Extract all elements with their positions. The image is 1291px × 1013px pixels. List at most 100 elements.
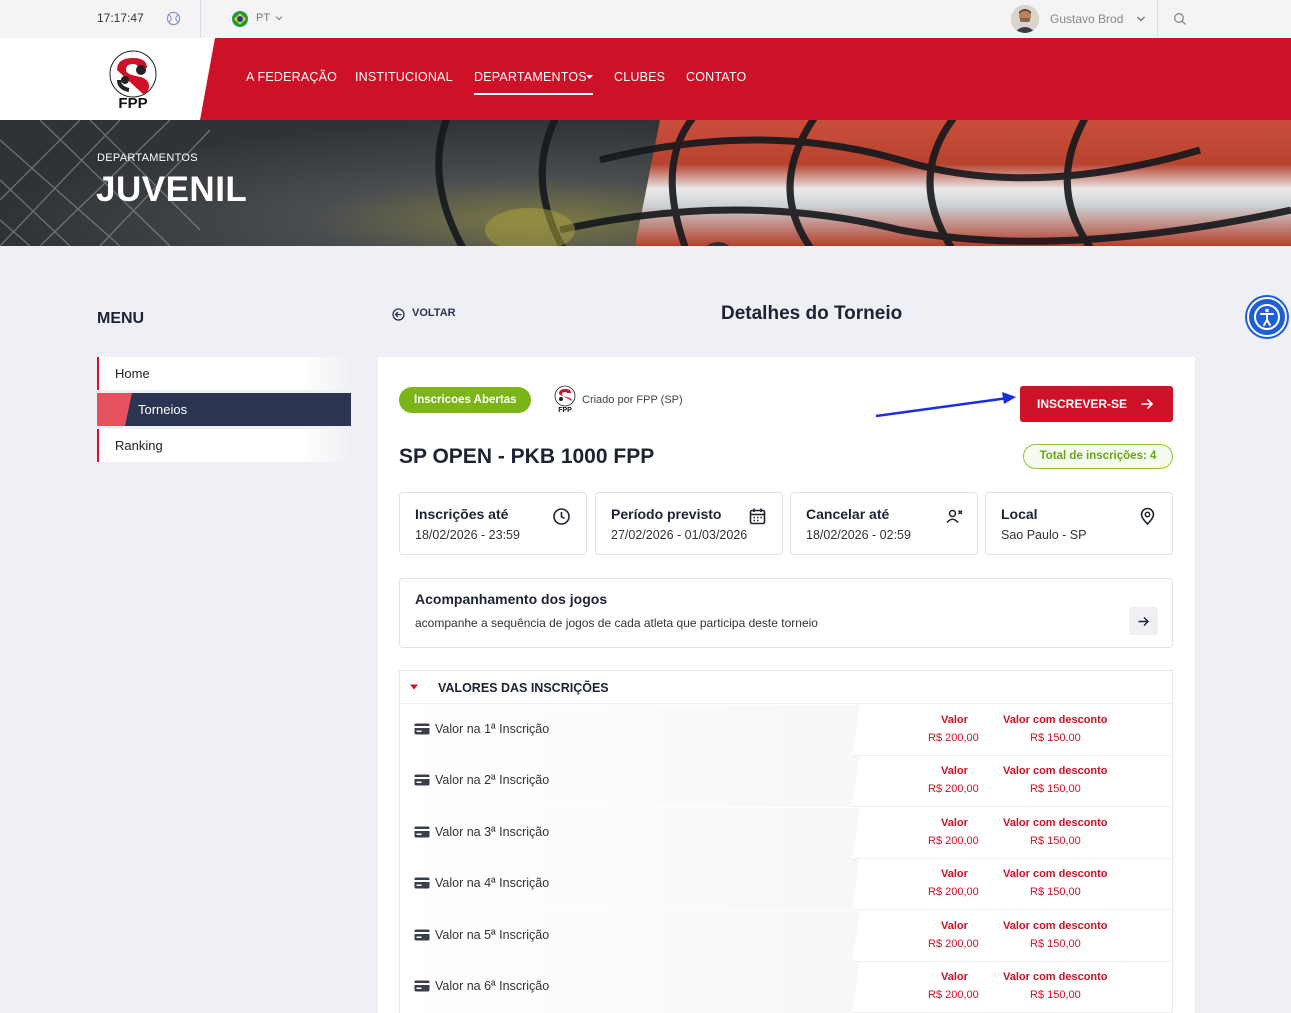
user-name[interactable]: Gustavo Brod xyxy=(1050,12,1123,26)
collapse-caret-icon[interactable] xyxy=(409,683,419,691)
price-header: Valor xyxy=(941,920,968,932)
info-value: 18/02/2026 - 02:59 xyxy=(806,528,911,542)
price-header: Valor xyxy=(941,817,968,829)
location-pin-icon xyxy=(1140,507,1155,526)
price-header: Valor xyxy=(941,714,968,726)
row-name: Valor na 2ª Inscrição xyxy=(435,773,550,787)
discount-header: Valor com desconto xyxy=(1003,971,1108,983)
sidebar-item-torneios[interactable]: Torneios xyxy=(97,393,351,426)
registration-value-row: Valor na 1ª Inscrição Valor R$ 200,00 Valor… xyxy=(400,705,1172,756)
caret-down-icon[interactable] xyxy=(586,75,593,80)
nav-item-departamentos[interactable]: DEPARTAMENTOS xyxy=(474,70,587,84)
price-header: Valor xyxy=(941,868,968,880)
sidebar-item-label: Ranking xyxy=(115,438,163,453)
info-box-registration-deadline: Inscrições até 18/02/2026 - 23:59 xyxy=(399,492,587,555)
page-title: Detalhes do Torneio xyxy=(721,303,903,324)
info-title: Inscrições até xyxy=(415,506,509,522)
registration-values-title: VALORES DAS INSCRIÇÕES xyxy=(438,681,609,695)
nav-item-institucional[interactable]: INSTITUCIONAL xyxy=(355,70,453,84)
back-button[interactable]: VOLTAR xyxy=(412,307,456,319)
svg-text:FPP: FPP xyxy=(558,407,572,413)
row-name: Valor na 5ª Inscrição xyxy=(435,928,550,942)
user-remove-icon xyxy=(946,509,963,524)
arrow-right-icon xyxy=(1138,617,1149,626)
price-header: Valor xyxy=(941,971,968,983)
price-value: R$ 200,00 xyxy=(928,783,979,795)
follow-games-box[interactable]: Acompanhamento dos jogos acompanhe a seq… xyxy=(399,578,1173,648)
info-title: Local xyxy=(1001,506,1038,522)
info-title: Cancelar até xyxy=(806,506,890,522)
chevron-down-icon[interactable] xyxy=(1136,14,1146,24)
row-name: Valor na 1ª Inscrição xyxy=(435,722,550,736)
info-value: 27/02/2026 - 01/03/2026 xyxy=(611,528,748,542)
registration-value-row: Valor na 2ª Inscrição Valor R$ 200,00 Valor… xyxy=(400,756,1172,807)
language-selector[interactable]: PT xyxy=(256,12,270,24)
chevron-down-icon[interactable] xyxy=(275,14,283,22)
brazil-flag-icon xyxy=(232,11,248,27)
credit-card-icon xyxy=(414,877,430,889)
accessibility-icon xyxy=(1254,304,1280,330)
registration-values-header[interactable]: VALORES DAS INSCRIÇÕES xyxy=(400,671,1172,704)
clock-icon xyxy=(553,508,570,525)
total-registrations-badge: Total de inscrições: 4 xyxy=(1023,444,1173,469)
top-bar: 17:17:47 PT Gustavo Brod xyxy=(0,0,1291,38)
active-nav-underline xyxy=(474,93,593,95)
fpp-logo[interactable]: FPP xyxy=(103,48,163,112)
hero-banner: DEPARTAMENTOS JUVENIL xyxy=(0,120,1291,246)
info-box-location: Local Sao Paulo - SP xyxy=(985,492,1173,555)
price-value: R$ 200,00 xyxy=(928,989,979,1001)
search-icon[interactable] xyxy=(1173,12,1187,26)
clock-time: 17:17:47 xyxy=(97,11,144,25)
discount-header: Valor com desconto xyxy=(1003,765,1108,777)
nav-item-federacao[interactable]: A FEDERAÇÃO xyxy=(246,70,337,84)
status-badge: Inscricoes Abertas xyxy=(399,387,532,413)
follow-games-button[interactable] xyxy=(1129,607,1158,635)
annotation-arrow-icon xyxy=(875,392,1016,418)
credit-card-icon xyxy=(414,723,430,735)
registration-value-row: Valor na 4ª Inscrição Valor R$ 200,00 Valor… xyxy=(400,859,1172,910)
sidebar-item-label: Torneios xyxy=(138,402,188,417)
accessibility-button[interactable] xyxy=(1247,297,1287,337)
discount-value: R$ 150,00 xyxy=(1030,938,1081,950)
active-indicator xyxy=(97,393,132,426)
avatar[interactable] xyxy=(1011,5,1039,33)
organizer-logo: FPP xyxy=(554,385,576,413)
back-arrow-icon[interactable] xyxy=(392,308,405,321)
discount-value: R$ 150,00 xyxy=(1030,886,1081,898)
credit-card-icon xyxy=(414,980,430,992)
register-button[interactable]: INSCREVER-SE xyxy=(1020,386,1173,422)
price-value: R$ 200,00 xyxy=(928,732,979,744)
row-name: Valor na 3ª Inscrição xyxy=(435,825,550,839)
discount-header: Valor com desconto xyxy=(1003,714,1108,726)
credit-card-icon xyxy=(414,774,430,786)
credit-card-icon xyxy=(414,929,430,941)
discount-value: R$ 150,00 xyxy=(1030,835,1081,847)
hero-title: JUVENIL xyxy=(96,170,248,209)
registration-value-row: Valor na 6ª Inscrição Valor R$ 200,00 Valor… xyxy=(400,962,1172,1013)
info-box-cancel-deadline: Cancelar até 18/02/2026 - 02:59 xyxy=(790,492,978,555)
sidebar-item-ranking[interactable]: Ranking xyxy=(97,429,351,462)
info-title: Período previsto xyxy=(611,506,722,522)
discount-header: Valor com desconto xyxy=(1003,817,1108,829)
tennis-ball-icon[interactable] xyxy=(166,11,181,26)
registration-value-row: Valor na 3ª Inscrição Valor R$ 200,00 Valor… xyxy=(400,808,1172,859)
price-value: R$ 200,00 xyxy=(928,835,979,847)
price-value: R$ 200,00 xyxy=(928,938,979,950)
tournament-details-card: Inscricoes Abertas FPP Criado por FPP (S… xyxy=(378,357,1195,1013)
nav-item-contato[interactable]: CONTATO xyxy=(686,70,746,84)
discount-value: R$ 150,00 xyxy=(1030,783,1081,795)
nav-item-clubes[interactable]: CLUBES xyxy=(614,70,665,84)
hero-subtitle: DEPARTAMENTOS xyxy=(97,152,198,164)
logo-panel: FPP xyxy=(0,38,215,120)
logo-text: FPP xyxy=(118,95,147,112)
divider xyxy=(200,0,201,38)
tournament-title: SP OPEN - PKB 1000 FPP xyxy=(399,445,655,468)
main-navigation: FPP A FEDERAÇÃO INSTITUCIONAL DEPARTAMEN… xyxy=(0,38,1291,120)
sidebar-item-home[interactable]: Home xyxy=(97,357,351,390)
price-header: Valor xyxy=(941,765,968,777)
discount-header: Valor com desconto xyxy=(1003,920,1108,932)
row-name: Valor na 4ª Inscrição xyxy=(435,876,550,890)
sidebar-title: MENU xyxy=(97,310,145,327)
registration-value-row: Valor na 5ª Inscrição Valor R$ 200,00 Valor… xyxy=(400,911,1172,962)
discount-value: R$ 150,00 xyxy=(1030,989,1081,1001)
